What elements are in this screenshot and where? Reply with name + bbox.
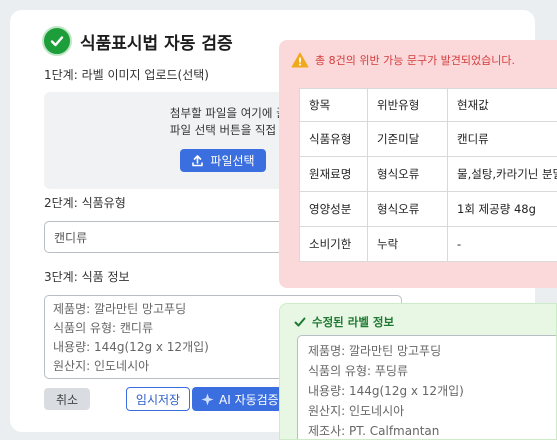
file-select-button[interactable]: 파일선택 xyxy=(180,149,266,172)
table-cell: 소비기한 xyxy=(299,226,368,262)
table-cell: 형식오류 xyxy=(367,156,448,192)
table-cell: 캔디류 xyxy=(447,121,557,157)
violation-panel: 총 8건의 위반 가능 문구가 발견되었습니다. 항목 위반유형 현재값 식품유… xyxy=(279,40,557,288)
corrected-line: 원산지: 인도네시아 xyxy=(308,404,405,418)
corrected-line: 제조사: PT. Calfmantan xyxy=(308,424,440,438)
table-cell: 영양성분 xyxy=(299,191,368,227)
warning-triangle-icon xyxy=(291,52,309,68)
violation-header: 총 8건의 위반 가능 문구가 발견되었습니다. xyxy=(291,52,515,68)
violation-message: 총 8건의 위반 가능 문구가 발견되었습니다. xyxy=(315,54,516,67)
page-title: 식품표시법 자동 검증 xyxy=(80,33,233,54)
table-cell: 식품유형 xyxy=(299,121,368,157)
column-header: 위반유형 xyxy=(367,88,448,122)
corrected-label-panel: 수정된 라벨 정보 제품명: 깔라만틴 망고푸딩 식품의 유형: 푸딩류 내용량… xyxy=(279,303,557,440)
corrected-label-text[interactable]: 제품명: 깔라만틴 망고푸딩 식품의 유형: 푸딩류 내용량: 144g(12g… xyxy=(297,335,556,439)
food-type-input[interactable]: 캔디류 xyxy=(44,221,304,253)
corrected-label-title: 수정된 라벨 정보 xyxy=(312,315,395,329)
step1-label: 1단계: 라벨 이미지 업로드(선택) xyxy=(44,68,209,82)
table-cell: 형식오류 xyxy=(367,191,448,227)
check-icon xyxy=(294,317,306,327)
corrected-line: 내용량: 144g(12g x 12개입) xyxy=(308,384,464,398)
violation-table: 항목 위반유형 현재값 식품유형 기준미달 캔디류 원재료명 형식오류 물,설탕… xyxy=(299,88,557,262)
table-row: 식품유형 기준미달 캔디류 xyxy=(299,121,557,157)
upload-icon xyxy=(192,155,204,167)
check-circle-icon xyxy=(42,26,72,56)
corrected-line: 제품명: 깔라만틴 망고푸딩 xyxy=(308,344,442,358)
temp-save-button[interactable]: 임시저장 xyxy=(126,387,190,411)
file-select-label: 파일선택 xyxy=(210,154,255,168)
column-header: 현재값 xyxy=(447,88,557,122)
title-row: 식품표시법 자동 검증 xyxy=(42,26,233,56)
table-cell: 1회 제공량 48g xyxy=(447,191,557,227)
table-cell: 기준미달 xyxy=(367,121,448,157)
ai-verify-label: AI 자동검증 xyxy=(219,392,279,407)
sparkle-icon xyxy=(201,393,214,405)
column-header: 항목 xyxy=(299,88,368,122)
step2-label: 2단계: 식품유형 xyxy=(44,196,126,210)
table-row: 원재료명 형식오류 물,설탕,카라기닌 분말 xyxy=(299,156,557,192)
table-cell: 원재료명 xyxy=(299,156,368,192)
table-cell: - xyxy=(447,226,557,262)
table-header-row: 항목 위반유형 현재값 xyxy=(299,88,557,122)
corrected-label-header: 수정된 라벨 정보 xyxy=(294,314,394,330)
step3-label: 3단계: 식품 정보 xyxy=(44,270,130,284)
table-cell: 누락 xyxy=(367,226,448,262)
table-row: 영양성분 형식오류 1회 제공량 48g xyxy=(299,191,557,227)
corrected-line: 식품의 유형: 푸딩류 xyxy=(308,364,408,378)
ai-verify-button[interactable]: AI 자동검증 xyxy=(192,387,284,411)
table-row: 소비기한 누락 - xyxy=(299,226,557,262)
cancel-button[interactable]: 취소 xyxy=(44,388,90,410)
table-cell: 물,설탕,카라기닌 분말 xyxy=(447,156,557,192)
